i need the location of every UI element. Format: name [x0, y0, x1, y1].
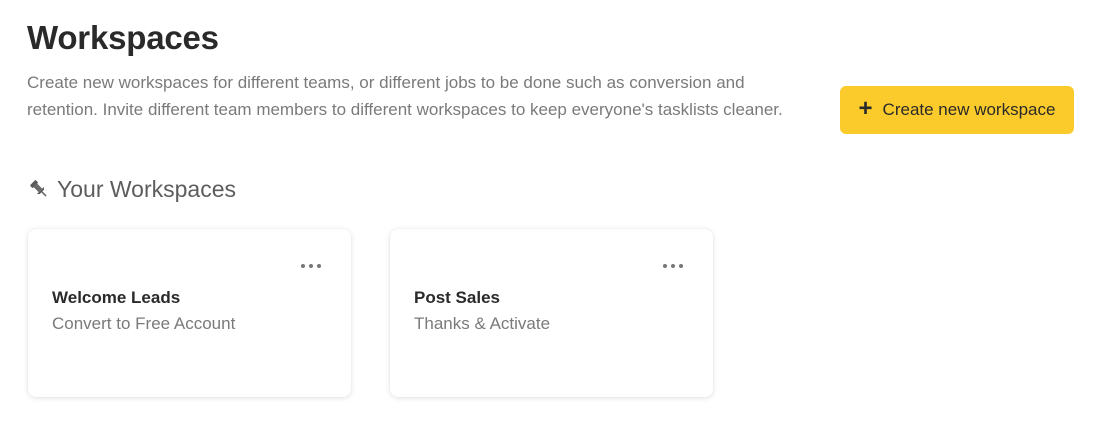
section-title: Your Workspaces: [57, 176, 236, 202]
pin-icon: [30, 180, 47, 197]
workspace-card[interactable]: Welcome Leads Convert to Free Account: [28, 229, 351, 397]
more-icon[interactable]: [301, 259, 321, 273]
workspace-title: Post Sales: [414, 288, 500, 307]
create-new-workspace-button[interactable]: + Create new workspace: [840, 86, 1074, 134]
section-heading: Your Workspaces: [27, 174, 236, 204]
workspace-subtitle: Convert to Free Account: [52, 314, 236, 333]
workspaces-page: Workspaces Create new workspaces for dif…: [0, 0, 1106, 434]
create-new-workspace-label: Create new workspace: [882, 100, 1056, 119]
more-icon[interactable]: [663, 259, 683, 273]
workspace-subtitle: Thanks & Activate: [414, 314, 551, 333]
page-description: Create new workspaces for different team…: [27, 73, 783, 119]
page-title: Workspaces: [27, 19, 219, 56]
workspace-title: Welcome Leads: [52, 288, 181, 307]
plus-icon: +: [858, 95, 873, 122]
workspace-card[interactable]: Post Sales Thanks & Activate: [390, 229, 713, 397]
